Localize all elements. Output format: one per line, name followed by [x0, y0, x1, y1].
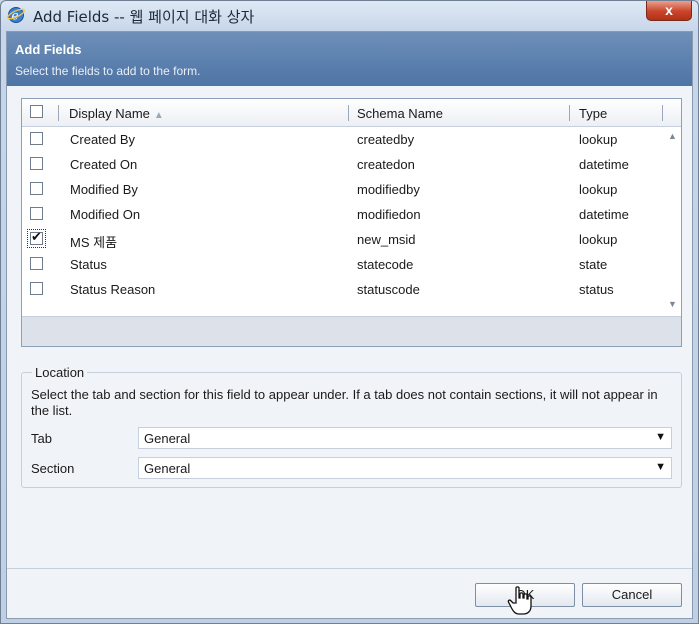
cell-display-name: Modified By: [70, 182, 138, 197]
cell-display-name: Status: [70, 257, 107, 272]
cell-type: state: [579, 257, 608, 272]
window-title: Add Fields -- 웹 페이지 대화 상자: [33, 8, 255, 26]
cell-display-name: Created By: [70, 132, 136, 147]
cell-schema-name: statuscode: [357, 282, 420, 297]
location-group: Location Select the tab and section for …: [21, 365, 682, 488]
column-separator: [348, 105, 349, 121]
row-checkbox[interactable]: [30, 207, 43, 220]
cell-display-name: Created On: [70, 157, 138, 172]
tab-select[interactable]: General ▼: [138, 427, 672, 449]
title-bar: e Add Fields -- 웹 페이지 대화 상자 x: [1, 1, 698, 31]
table-row[interactable]: Created By createdby lookup: [22, 128, 662, 153]
row-checkbox[interactable]: [30, 157, 43, 170]
fields-grid: Display Name ▲ Schema Name Type Created B…: [21, 98, 682, 347]
row-checkbox[interactable]: [30, 132, 43, 145]
dialog-heading: Add Fields: [15, 42, 82, 57]
section-select-value: General: [144, 461, 191, 476]
table-row[interactable]: Status Reason statuscode status: [22, 278, 662, 303]
footer-divider: [7, 568, 692, 569]
scroll-up-icon[interactable]: ▲: [668, 131, 677, 141]
dialog-window: e Add Fields -- 웹 페이지 대화 상자 x Add Fields…: [0, 0, 699, 624]
cell-type: datetime: [579, 207, 629, 222]
tab-label: Tab: [31, 431, 52, 446]
column-separator: [58, 105, 59, 121]
sort-ascending-icon: ▲: [153, 110, 164, 121]
column-header-schema-name[interactable]: Schema Name: [357, 106, 443, 121]
cell-schema-name: createdon: [357, 157, 415, 172]
dialog-client-area: Add Fields Select the fields to add to t…: [6, 31, 693, 619]
column-header-display-name-label: Display Name: [69, 106, 150, 121]
close-button[interactable]: x: [646, 1, 692, 21]
dialog-header: Add Fields Select the fields to add to t…: [7, 32, 692, 86]
grid-header: Display Name ▲ Schema Name Type: [22, 99, 681, 127]
scroll-down-icon[interactable]: ▼: [668, 299, 677, 309]
column-separator: [662, 105, 663, 121]
cell-schema-name: modifiedon: [357, 207, 421, 222]
cancel-button[interactable]: Cancel: [582, 583, 682, 607]
chevron-down-icon[interactable]: ▼: [655, 461, 666, 473]
cell-display-name: MS 제품: [70, 235, 118, 250]
column-header-type[interactable]: Type: [579, 106, 607, 121]
row-checkbox[interactable]: [30, 257, 43, 270]
row-checkbox[interactable]: [30, 182, 43, 195]
cell-type: datetime: [579, 157, 629, 172]
cell-schema-name: createdby: [357, 132, 415, 147]
cell-display-name: Status Reason: [70, 282, 156, 297]
internet-explorer-icon: e: [7, 7, 25, 23]
cell-type: status: [579, 282, 614, 297]
cell-schema-name: statecode: [357, 257, 414, 272]
table-row[interactable]: Status statecode state: [22, 253, 662, 278]
column-separator: [569, 105, 570, 121]
table-row[interactable]: Modified On modifiedon datetime: [22, 203, 662, 228]
section-label: Section: [31, 461, 75, 476]
section-select[interactable]: General ▼: [138, 457, 672, 479]
location-legend: Location: [32, 365, 88, 380]
grid-scrollbar[interactable]: ▲ ▼: [664, 127, 681, 313]
cell-type: lookup: [579, 232, 618, 247]
grid-footer: [22, 316, 681, 346]
row-checkbox[interactable]: [30, 282, 43, 295]
cell-type: lookup: [579, 182, 618, 197]
tab-select-value: General: [144, 431, 191, 446]
table-row[interactable]: Created On createdon datetime: [22, 153, 662, 178]
cell-schema-name: new_msid: [357, 232, 416, 247]
cell-type: lookup: [579, 132, 618, 147]
hand-pointer-icon: [507, 586, 532, 615]
table-row[interactable]: Modified By modifiedby lookup: [22, 178, 662, 203]
dialog-instructions: Select the fields to add to the form.: [15, 64, 201, 78]
cell-schema-name: modifiedby: [357, 182, 420, 197]
select-all-checkbox[interactable]: [30, 105, 43, 118]
location-description: Select the tab and section for this fiel…: [31, 387, 658, 418]
chevron-down-icon[interactable]: ▼: [655, 431, 666, 443]
row-checkbox[interactable]: [27, 229, 46, 248]
table-row[interactable]: MS 제품 new_msid lookup: [22, 228, 662, 253]
cell-display-name: Modified On: [70, 207, 141, 222]
column-header-display-name[interactable]: Display Name ▲: [69, 106, 164, 121]
